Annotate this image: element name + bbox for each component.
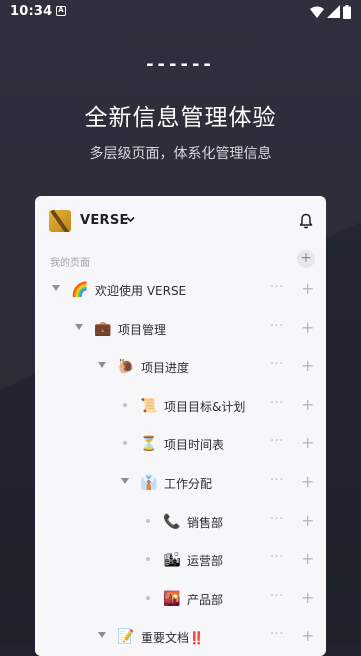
add-subpage-icon[interactable]: + xyxy=(301,356,314,375)
add-subpage-icon[interactable]: + xyxy=(301,318,314,337)
add-page-button[interactable]: + xyxy=(297,250,315,268)
memo-icon: 📝 xyxy=(117,629,135,646)
bullet-icon xyxy=(146,595,150,600)
telephone-icon: 📞 xyxy=(163,513,181,530)
app-preview-card: VERSE 我的页面 + 🌈 欢迎使用 VERSE ··· + 💼 项目管理 ··· + 🐌 项目… xyxy=(35,196,326,656)
tree-row-label: 销售部 xyxy=(187,515,224,530)
wifi-icon xyxy=(310,6,324,18)
expand-triangle-icon[interactable] xyxy=(121,478,129,484)
tree-row[interactable]: 📜 项目目标&计划 ··· + xyxy=(35,388,326,426)
tree-row-label: 项目目标&计划 xyxy=(164,399,246,414)
add-subpage-icon[interactable]: + xyxy=(301,511,314,530)
more-options-icon[interactable]: ··· xyxy=(270,434,284,449)
tree-row-label: 欢迎使用 VERSE xyxy=(95,284,187,298)
workspace-name[interactable]: VERSE xyxy=(80,213,129,228)
chevron-down-icon[interactable] xyxy=(126,216,135,223)
briefcase-icon: 💼 xyxy=(94,320,112,337)
add-subpage-icon[interactable]: + xyxy=(301,433,314,452)
hourglass-icon: ⏳ xyxy=(140,436,158,453)
scroll-icon: 📜 xyxy=(140,397,158,414)
bullet-icon xyxy=(123,402,127,407)
more-options-icon[interactable]: ··· xyxy=(270,512,284,527)
promo-subheadline: 多层级页面，体系化管理信息 xyxy=(89,146,272,162)
expand-triangle-icon[interactable] xyxy=(98,362,106,369)
tree-row[interactable]: 📝 重要文档‼️ ··· + xyxy=(35,619,326,656)
add-subpage-icon[interactable]: + xyxy=(301,279,314,298)
more-options-icon[interactable]: ··· xyxy=(270,473,284,488)
tree-row-label: 重要文档‼️ xyxy=(141,631,204,646)
add-subpage-icon[interactable]: + xyxy=(301,472,314,491)
tree-row-label: 项目进度 xyxy=(141,361,190,376)
signal-icon xyxy=(327,5,340,18)
tree-row[interactable]: 🌈 欢迎使用 VERSE ··· + xyxy=(35,272,326,310)
workspace-logo[interactable] xyxy=(49,210,71,232)
status-time: 10:34 xyxy=(10,4,53,19)
tree-row-label: 运营部 xyxy=(187,554,224,569)
expand-triangle-icon[interactable] xyxy=(98,632,106,639)
bullet-icon xyxy=(146,557,150,562)
tree-row[interactable]: 📞 销售部 ··· + xyxy=(35,504,326,542)
add-subpage-icon[interactable]: + xyxy=(301,395,314,414)
tree-row[interactable]: 🌇 产品部 ··· + xyxy=(35,581,326,619)
tree-row-label: 工作分配 xyxy=(164,477,213,491)
section-label: 我的页面 xyxy=(50,258,90,269)
more-options-icon[interactable]: ··· xyxy=(270,280,284,295)
decorative-dashes: ------ xyxy=(146,54,215,75)
snail-icon: 🐌 xyxy=(117,359,135,376)
cityscape-icon: 🏙 xyxy=(163,552,181,569)
tree-row[interactable]: ⏳ 项目时间表 ··· + xyxy=(35,426,326,464)
rainbow-icon: 🌈 xyxy=(71,282,89,298)
more-options-icon[interactable]: ··· xyxy=(270,589,284,604)
bell-icon[interactable] xyxy=(299,213,313,229)
notification-icon: A xyxy=(56,6,66,16)
tree-row-label: 产品部 xyxy=(187,592,224,607)
expand-triangle-icon[interactable] xyxy=(75,323,83,330)
more-options-icon[interactable]: ··· xyxy=(270,319,284,334)
more-options-icon[interactable]: ··· xyxy=(270,396,284,411)
tree-row[interactable]: 🐌 项目进度 ··· + xyxy=(35,349,326,387)
workspace-header: VERSE xyxy=(35,196,326,244)
tree-row-label: 项目管理 xyxy=(118,322,167,337)
tree-row[interactable]: 👔 工作分配 ··· + xyxy=(35,465,326,503)
more-options-icon[interactable]: ··· xyxy=(270,550,284,565)
status-bar: 10:34 A xyxy=(0,0,361,24)
promo-headline: 全新信息管理体验 xyxy=(84,105,277,131)
tree-row-label: 项目时间表 xyxy=(164,438,225,453)
sunset-icon: 🌇 xyxy=(163,590,181,607)
add-subpage-icon[interactable]: + xyxy=(301,549,314,568)
expand-triangle-icon[interactable] xyxy=(52,285,60,291)
tree-row[interactable]: 💼 项目管理 ··· + xyxy=(35,311,326,349)
battery-icon xyxy=(343,5,351,19)
bullet-icon xyxy=(146,518,150,523)
bullet-icon xyxy=(123,441,127,446)
tree-row[interactable]: 🏙 运营部 ··· + xyxy=(35,542,326,580)
person-icon: 👔 xyxy=(140,475,158,491)
add-subpage-icon[interactable]: + xyxy=(301,588,314,607)
more-options-icon[interactable]: ··· xyxy=(270,357,284,372)
more-options-icon[interactable]: ··· xyxy=(270,627,284,642)
